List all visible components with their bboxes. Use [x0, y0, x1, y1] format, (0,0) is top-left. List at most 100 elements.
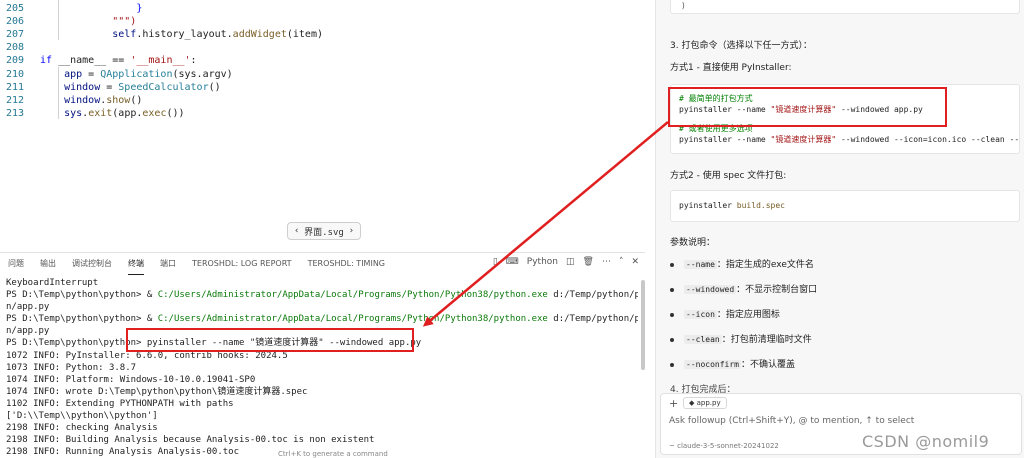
code-token: '__main__'	[130, 55, 191, 67]
terminal-line: 1073 INFO: Python: 3.8.7	[6, 362, 137, 373]
tab-debug-console[interactable]: 调试控制台	[72, 253, 112, 275]
code-token: exit	[88, 107, 113, 119]
code-token: exec	[142, 107, 167, 119]
trash-icon[interactable]: 🗑	[583, 257, 594, 267]
line-number: 211	[5, 81, 24, 93]
code-text: pyinstaller	[679, 201, 737, 210]
terminal-line: 1074 INFO: Platform: Windows-10-10.0.190…	[6, 374, 256, 385]
code-line: 207 self.history_layout.addWidget(item)	[0, 28, 645, 41]
terminal-path-link[interactable]: C:/Users/Administrator/AppData/Local/Pro…	[158, 290, 548, 300]
line-number: 205	[5, 3, 24, 14]
param-flag: --name	[684, 260, 717, 269]
terminal-output[interactable]: KeyboardInterrupt PS D:\Temp\python\pyth…	[6, 277, 638, 458]
param-item: --icon ：指定应用图标	[670, 307, 780, 320]
terminal-line: 1102 INFO: Extending PYTHONPATH with pat…	[6, 398, 234, 409]
tab-teroshdl-timing[interactable]: TEROSHDL: TIMING	[308, 253, 385, 275]
code-editor[interactable]: 205 } 206 """) 207 self.history_layout.add…	[0, 0, 645, 250]
code-line: 212 window.show()	[0, 94, 645, 107]
terminal-line: KeyboardInterrupt	[6, 278, 99, 288]
terminal-line: 2198 INFO: Building Analysis because Ana…	[6, 435, 375, 446]
tab-problems[interactable]: 问题	[8, 253, 24, 275]
code-token: addWidget	[232, 29, 287, 41]
code-line: pyinstaller --name "镜道速度计算器" --windowed …	[679, 134, 1019, 145]
code-line: 206 """)	[0, 15, 645, 28]
param-item: --noconfirm ：不确认覆盖	[670, 357, 795, 370]
param-desc: ：不确认覆盖	[740, 360, 795, 370]
code-token: =	[100, 81, 119, 93]
terminal-path-link[interactable]: C:/Users/Administrator/AppData/Local/Pro…	[158, 314, 548, 324]
file-chip-label: 界面.svg	[304, 227, 344, 238]
terminal-line: 2198 INFO: checking Analysis	[6, 423, 158, 434]
params-title: 参数说明：	[670, 238, 716, 248]
terminal-scrollbar[interactable]	[641, 280, 645, 370]
code-token: if	[40, 55, 53, 67]
terminal-icon: ⌨	[505, 257, 519, 267]
code-token: (item)	[286, 29, 323, 41]
code-token: window	[64, 81, 101, 93]
terminal-line: PS D:\Temp\python\python> & C:/Users/Adm…	[6, 314, 638, 325]
tab-teroshdl-log-report[interactable]: TEROSHDL: LOG REPORT	[192, 253, 292, 275]
param-flag: --clean	[684, 335, 722, 344]
followup-input[interactable]	[669, 414, 1009, 428]
watermark: CSDN @nomil9	[862, 432, 990, 451]
context-file-chip[interactable]: ◆ app.py	[683, 397, 727, 409]
tab-output[interactable]: 输出	[40, 253, 56, 275]
bullet-icon	[670, 362, 674, 367]
code-block-method2[interactable]: pyinstaller build.spec	[670, 190, 1020, 222]
terminal-line: ['D:\\Temp\\python\\python']	[6, 411, 158, 422]
code-token: self	[112, 29, 137, 41]
code-string: build.spec	[736, 201, 785, 210]
add-context-icon[interactable]: +	[669, 397, 678, 410]
code-token: ()	[130, 94, 143, 106]
param-desc: ：不显示控制台窗口	[736, 285, 818, 295]
terminal-line: 1074 INFO: wrote D:\Temp\python\python\镜…	[6, 386, 308, 397]
shell-label[interactable]: Python	[527, 257, 558, 267]
terminal-hint: Ctrl+K to generate a command	[278, 450, 388, 458]
code-token: window	[64, 94, 101, 106]
code-line: 213 sys.exit(app.exec())	[0, 107, 645, 120]
param-item: --name ：指定生成的exe文件名	[670, 257, 814, 270]
code-token: }	[136, 3, 143, 14]
param-desc: ：指定应用图标	[716, 310, 780, 320]
chevron-up-icon[interactable]: ˄	[619, 257, 624, 267]
model-selector[interactable]: ~ claude-3-5-sonnet-20241022	[669, 442, 779, 450]
code-line: 208	[0, 41, 645, 54]
code-token: sys	[64, 107, 83, 119]
param-desc: ：指定生成的exe文件名	[716, 260, 814, 270]
chevron-right-icon[interactable]: ›	[349, 226, 354, 236]
line-number: 208	[5, 42, 24, 54]
code-line: 211 window = SpeedCalculator()	[0, 81, 645, 94]
ai-chat-panel: ) 3. 打包命令（选择以下任一方式）： 方式1 - 直接使用 PyInstal…	[655, 0, 1024, 458]
tab-ports[interactable]: 端口	[160, 253, 176, 275]
tab-terminal[interactable]: 终端	[128, 253, 144, 275]
split-icon[interactable]: ◫	[566, 257, 575, 267]
highlight-box-chat-command	[668, 87, 947, 127]
code-text: )	[681, 1, 686, 10]
chevron-left-icon[interactable]: ‹	[294, 226, 299, 236]
line-number: 213	[5, 107, 24, 119]
code-token: :	[190, 55, 197, 67]
line-number: 207	[5, 29, 24, 41]
param-desc: ：打包前清理临时文件	[721, 335, 812, 345]
more-icon[interactable]: ⋯	[602, 257, 611, 267]
code-string: "镜道速度计算器"	[770, 135, 837, 144]
param-item: --windowed ：不显示控制台窗口	[670, 282, 817, 295]
code-token: (app.	[112, 107, 143, 119]
bullet-icon	[670, 262, 674, 267]
panel-toolbar: ▯ ⌨ Python ◫ 🗑 ⋯ ˄ ✕	[493, 257, 639, 267]
param-flag: --icon	[684, 310, 717, 319]
close-icon[interactable]: ✕	[631, 257, 639, 267]
open-file-chip[interactable]: ‹ 界面.svg ›	[287, 222, 361, 240]
split-terminal-icon[interactable]: ▯	[493, 257, 498, 267]
code-token: """)	[112, 16, 137, 28]
code-token: SpeedCalculator	[118, 81, 209, 93]
terminal-line: n/app.py	[6, 302, 50, 313]
code-token: show	[106, 94, 131, 106]
method2-title: 方式2 - 使用 spec 文件打包:	[670, 171, 787, 181]
line-number: 209	[5, 55, 24, 67]
bullet-icon	[670, 287, 674, 292]
